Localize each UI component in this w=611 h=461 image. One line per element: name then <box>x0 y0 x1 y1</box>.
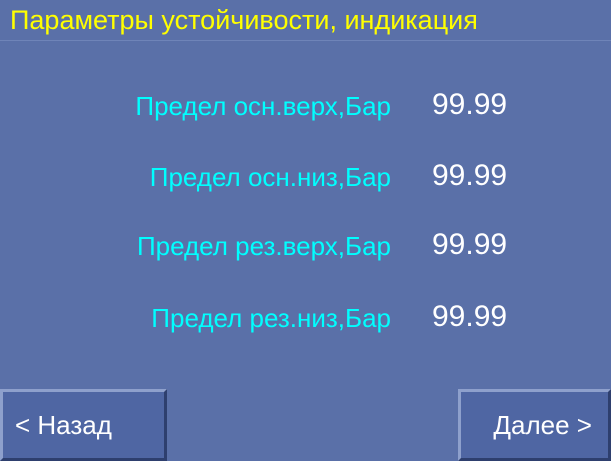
page-title: Параметры устойчивости, индикация <box>10 5 478 35</box>
param-label-main-upper-limit: Предел осн.верх,Бар <box>135 91 391 121</box>
next-button[interactable]: Далее > <box>458 389 611 461</box>
param-value-reserve-upper-limit[interactable]: 99.99 <box>432 228 507 262</box>
title-bar: Параметры устойчивости, индикация <box>0 0 611 41</box>
param-label-main-lower-limit: Предел осн.низ,Бар <box>149 162 391 192</box>
param-value-main-upper-limit[interactable]: 99.99 <box>432 88 507 122</box>
param-label-reserve-lower-limit: Предел рез.низ,Бар <box>151 303 391 333</box>
back-button[interactable]: < Назад <box>0 389 167 461</box>
hmi-screen: Параметры устойчивости, индикация Предел… <box>0 0 611 461</box>
param-value-main-lower-limit[interactable]: 99.99 <box>432 159 507 193</box>
param-label-reserve-upper-limit: Предел рез.верх,Бар <box>136 231 391 261</box>
param-value-reserve-lower-limit[interactable]: 99.99 <box>432 300 507 334</box>
